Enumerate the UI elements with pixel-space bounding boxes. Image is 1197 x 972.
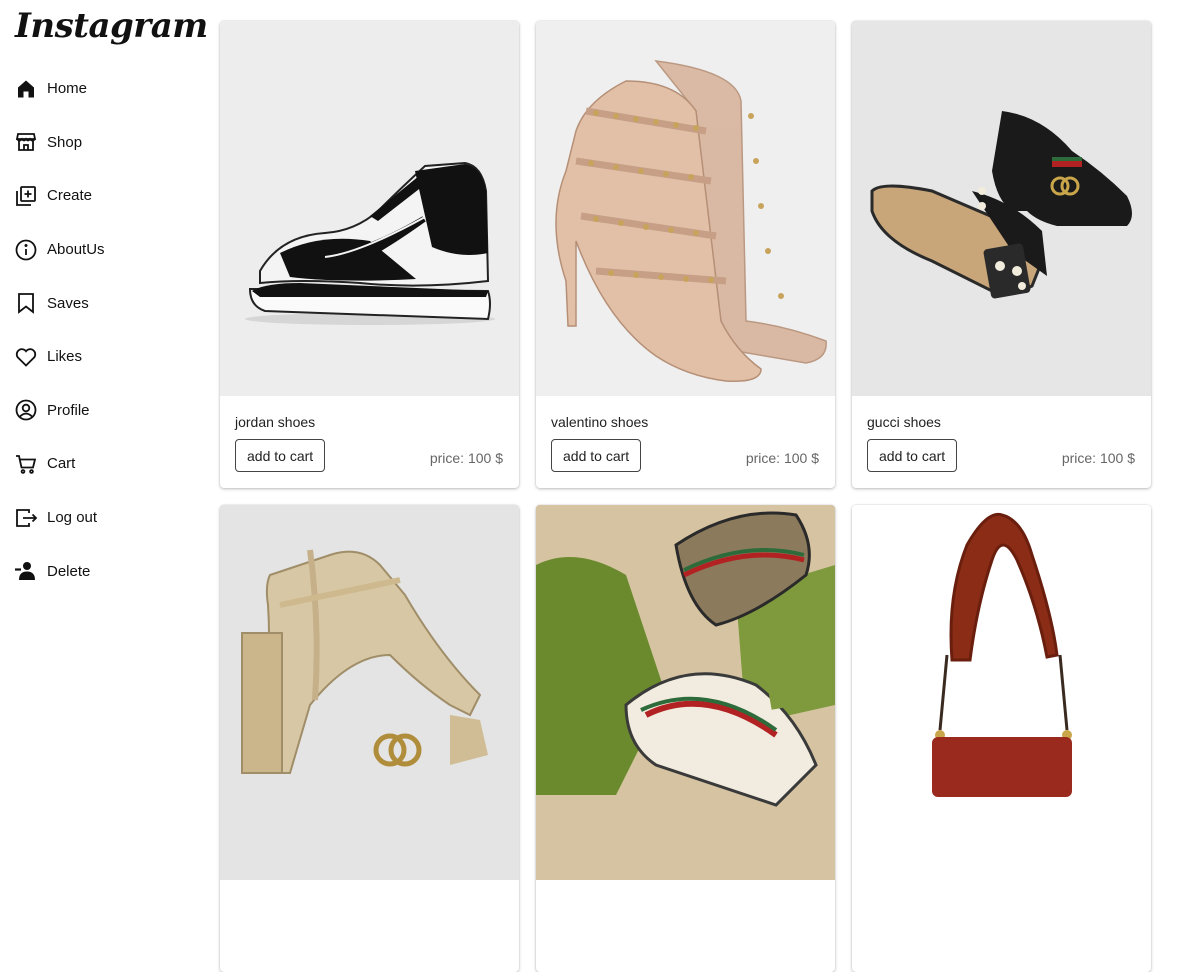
sidebar-item-label: Home [47, 80, 88, 98]
delete-user-icon [14, 558, 40, 584]
cart-icon [14, 451, 40, 477]
add-to-cart-button[interactable]: add to cart [551, 439, 642, 472]
profile-icon [14, 397, 40, 423]
product-card [852, 505, 1151, 972]
sidebar-item-aboutus[interactable]: AboutUs [14, 223, 105, 277]
home-icon [14, 76, 40, 102]
product-card [220, 505, 519, 972]
product-price: price: 100 $ [745, 450, 819, 466]
sidebar-nav: Home Shop Create AboutUs Saves Likes Pro… [14, 62, 105, 598]
product-card: valentino shoes add to cart price: 100 $ [536, 21, 835, 488]
product-title: gucci shoes [867, 414, 941, 430]
product-image[interactable] [536, 505, 835, 880]
logout-icon [14, 505, 40, 531]
sidebar-item-likes[interactable]: Likes [14, 330, 105, 384]
product-price: price: 100 $ [1061, 450, 1135, 466]
product-image[interactable] [536, 21, 835, 396]
product-image[interactable] [220, 505, 519, 880]
sidebar-item-delete[interactable]: Delete [14, 544, 105, 598]
shop-icon [14, 129, 40, 155]
add-to-cart-button[interactable]: add to cart [235, 439, 326, 472]
sidebar-item-cart[interactable]: Cart [14, 437, 105, 491]
product-price: price: 100 $ [429, 450, 503, 466]
heart-icon [14, 344, 40, 370]
product-card [536, 505, 835, 972]
create-icon [14, 183, 40, 209]
sidebar-item-label: Likes [47, 348, 83, 366]
sidebar: Instagram Home Shop Create AboutUs Saves… [0, 0, 208, 773]
add-to-cart-button[interactable]: add to cart [867, 439, 958, 472]
product-card: jordan shoes add to cart price: 100 $ [220, 21, 519, 488]
product-image[interactable] [852, 505, 1151, 880]
sidebar-item-profile[interactable]: Profile [14, 384, 105, 438]
sidebar-item-label: Saves [47, 294, 89, 312]
sidebar-item-label: Cart [47, 455, 76, 473]
instagram-logo[interactable]: Instagram [15, 6, 208, 46]
bookmark-icon [14, 290, 40, 316]
product-title: valentino shoes [551, 414, 649, 430]
product-card: gucci shoes add to cart price: 100 $ [852, 21, 1151, 488]
sidebar-item-create[interactable]: Create [14, 169, 105, 223]
product-image[interactable] [852, 21, 1151, 396]
sidebar-item-label: AboutUs [47, 241, 105, 259]
product-title: jordan shoes [235, 414, 316, 430]
sidebar-item-logout[interactable]: Log out [14, 491, 105, 545]
product-image[interactable] [220, 21, 519, 396]
sidebar-item-shop[interactable]: Shop [14, 116, 105, 170]
sidebar-item-home[interactable]: Home [14, 62, 105, 116]
sidebar-item-label: Profile [47, 401, 90, 419]
sidebar-item-label: Create [47, 187, 93, 205]
sidebar-item-label: Shop [47, 133, 83, 151]
sidebar-item-label: Delete [47, 562, 91, 580]
sidebar-item-label: Log out [47, 509, 98, 527]
sidebar-item-saves[interactable]: Saves [14, 276, 105, 330]
info-icon [14, 237, 40, 263]
